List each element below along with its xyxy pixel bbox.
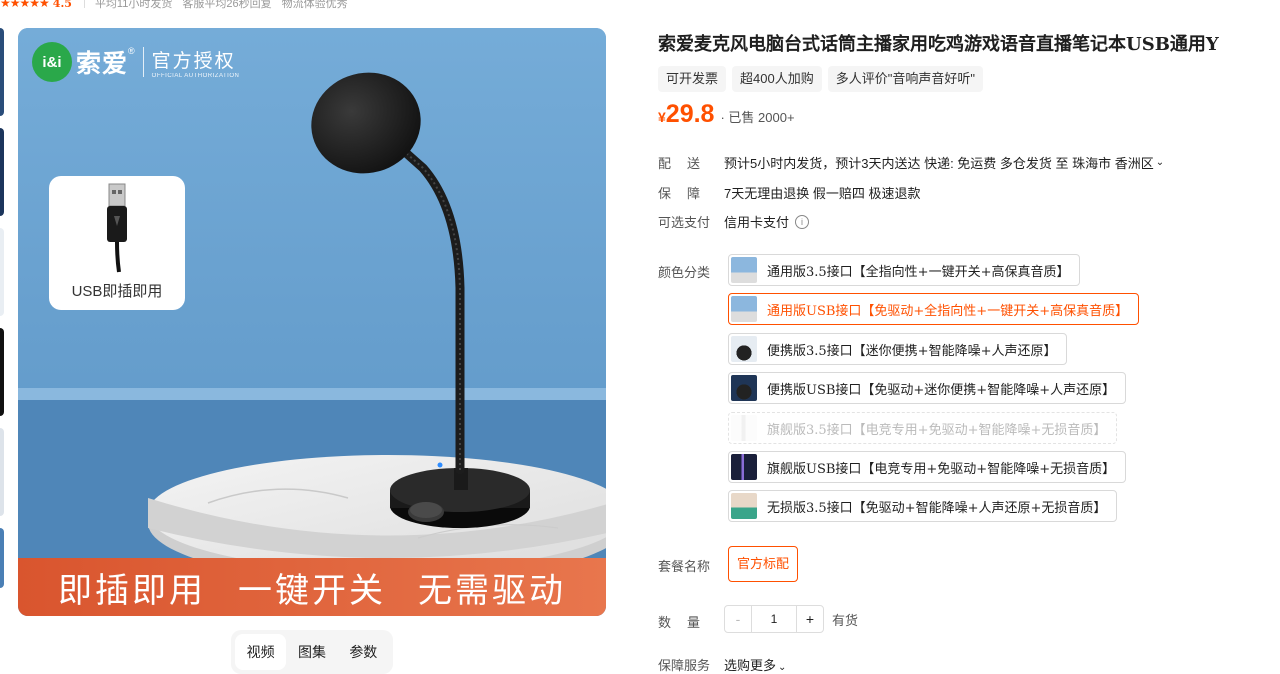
delivery-text: 预计5小时内发货，预计3天内送达 快递: 免运费 多仓发货 至 珠海市 香洲区 [724,156,1154,171]
price-row: ¥ 29.8 · 已售 2000+ [658,100,795,129]
option-thumbnail-image [731,257,757,283]
color-option-label: 通用版3.5接口【全指向性+一键开关+高保真音质】 [767,264,1070,280]
main-product-image[interactable]: i&i 索爱 ® 官方授权 OFFICIAL AUTHORIZATION USB… [18,28,606,616]
info-icon[interactable]: i [795,214,810,229]
authorization-cn: 官方授权 [151,50,236,72]
tag-review: 多人评价"音响声音好听" [827,66,983,92]
color-option-label: 便携版3.5接口【迷你便携+智能降噪+人声还原】 [767,343,1057,359]
quantity-input[interactable]: 1 [752,605,796,633]
guarantee-label: 保障 [658,186,717,201]
delivery-row: 配送 预计5小时内发货，预计3天内送达 快递: 免运费 多仓发货 至 珠海市 香… [658,153,1164,172]
color-option-label: 通用版USB接口【免驱动+全指向性+一键开关+高保真音质】 [767,303,1129,319]
payment-label: 可选支付 [658,215,711,230]
gallery-tabs: 视频 图集 参数 [231,630,393,674]
product-tags: 可开发票 超400人加购 多人评价"音响声音好听" [658,66,989,92]
service-more-dropdown[interactable]: 选购更多 ⌄ [724,655,786,674]
quantity-label: 数量 [658,615,717,630]
tab-params[interactable]: 参数 [338,634,389,670]
thumbnail-6[interactable] [0,528,4,588]
option-thumbnail-image [731,493,757,519]
payment-text: 信用卡支付 [724,215,790,230]
tag-invoice: 可开发票 [658,66,727,92]
brand-logo-icon: i&i [32,42,72,82]
quantity-stepper: - 1 + 有货 [724,605,858,633]
thumbnail-4[interactable] [0,328,4,416]
brand-header: i&i 索爱 ® 官方授权 OFFICIAL AUTHORIZATION [32,42,239,82]
price-value: 29.8 [665,100,715,128]
color-option-3[interactable]: 便携版3.5接口【迷你便携+智能降噪+人声还原】 [728,333,1068,365]
option-thumbnail-image [731,375,757,401]
stock-status: 有货 [832,612,859,628]
authorization-badge: 官方授权 OFFICIAL AUTHORIZATION [152,46,240,79]
banner-text-one-key-switch: 一键开关 [238,571,386,610]
package-option-official[interactable]: 官方标配 [728,546,799,582]
chevron-down-icon[interactable]: ⌄ [1156,157,1164,168]
brand-name: 索爱 [76,50,129,78]
thumbnail-3[interactable] [0,228,4,316]
stat-logistics: 物流体验优秀 [281,0,348,10]
thumbnail-1[interactable] [0,28,4,116]
usb-plug-icon [107,183,127,273]
registered-mark: ® [128,46,135,56]
usb-card-label: USB即插即用 [71,283,163,300]
option-thumbnail-image [731,296,757,322]
guarantee-row: 保障 7天无理由退换 假一赔四 极速退款 [658,183,920,202]
currency-symbol: ¥ [658,109,666,125]
usb-feature-card: USB即插即用 [49,176,185,310]
product-title: 索爱麦克风电脑台式话筒主播家用吃鸡游戏语音直播笔记本USB通用Y [658,34,1219,55]
option-thumbnail-image [731,454,757,480]
feature-banner: 即插即用 一键开关 无需驱动 [18,558,606,616]
rating-strip: ★★★★★ 4.5 平均11小时发货 客服平均26秒回复 物流体验优秀 [0,0,358,12]
quantity-plus-button[interactable]: + [796,605,824,633]
rating-value: 4.5 [52,0,72,10]
chevron-down-icon: ⌄ [778,662,787,673]
color-options-label: 颜色分类 [658,265,711,280]
color-option-label: 无损版3.5接口【免驱动+智能降噪+人声还原+无损音质】 [767,500,1107,516]
authorization-en: OFFICIAL AUTHORIZATION [151,72,240,79]
color-option-label: 便携版USB接口【免驱动+迷你便携+智能降噪+人声还原】 [767,382,1116,398]
divider [83,0,85,8]
color-option-label: 旗舰版3.5接口【电竞专用+免驱动+智能降噪+无损音质】 [767,422,1107,438]
option-thumbnail-image [731,336,757,362]
tab-gallery[interactable]: 图集 [286,634,337,670]
color-option-7[interactable]: 无损版3.5接口【免驱动+智能降噪+人声还原+无损音质】 [728,490,1118,522]
banner-text-plug-and-play: 即插即用 [58,571,206,610]
stat-ship-time: 平均11小时发货 [94,0,173,10]
delivery-label: 配送 [658,156,717,171]
color-option-6[interactable]: 旗舰版USB接口【电竞专用+免驱动+智能降噪+无损音质】 [728,451,1127,483]
quantity-minus-button[interactable]: - [724,605,752,633]
sold-count: · 已售 2000+ [720,110,795,125]
tab-video[interactable]: 视频 [235,634,287,670]
color-option-4[interactable]: 便携版USB接口【免驱动+迷你便携+智能降噪+人声还原】 [728,372,1127,404]
service-label: 保障服务 [658,658,711,673]
stat-reply-time: 客服平均26秒回复 [182,0,272,10]
tag-cart-count: 超400人加购 [732,66,822,92]
payment-row: 可选支付 信用卡支付 i [658,212,810,231]
thumbnail-5[interactable] [0,428,4,516]
service-more-label: 选购更多 [724,658,777,673]
rating-stars-icon: ★★★★★ [0,0,50,10]
banner-text-no-driver: 无需驱动 [418,571,566,610]
microphone-scene-image [18,28,606,616]
color-option-1[interactable]: 通用版3.5接口【全指向性+一键开关+高保真音质】 [728,254,1081,286]
divider [142,47,144,77]
thumbnail-2[interactable] [0,128,4,216]
guarantee-text: 7天无理由退换 假一赔四 极速退款 [724,186,921,201]
option-thumbnail-image [731,415,757,441]
package-label: 套餐名称 [658,559,711,574]
color-option-5[interactable]: 旗舰版3.5接口【电竞专用+免驱动+智能降噪+无损音质】 [728,412,1118,444]
color-option-2[interactable]: 通用版USB接口【免驱动+全指向性+一键开关+高保真音质】 [728,293,1140,325]
color-option-label: 旗舰版USB接口【电竞专用+免驱动+智能降噪+无损音质】 [767,461,1116,477]
